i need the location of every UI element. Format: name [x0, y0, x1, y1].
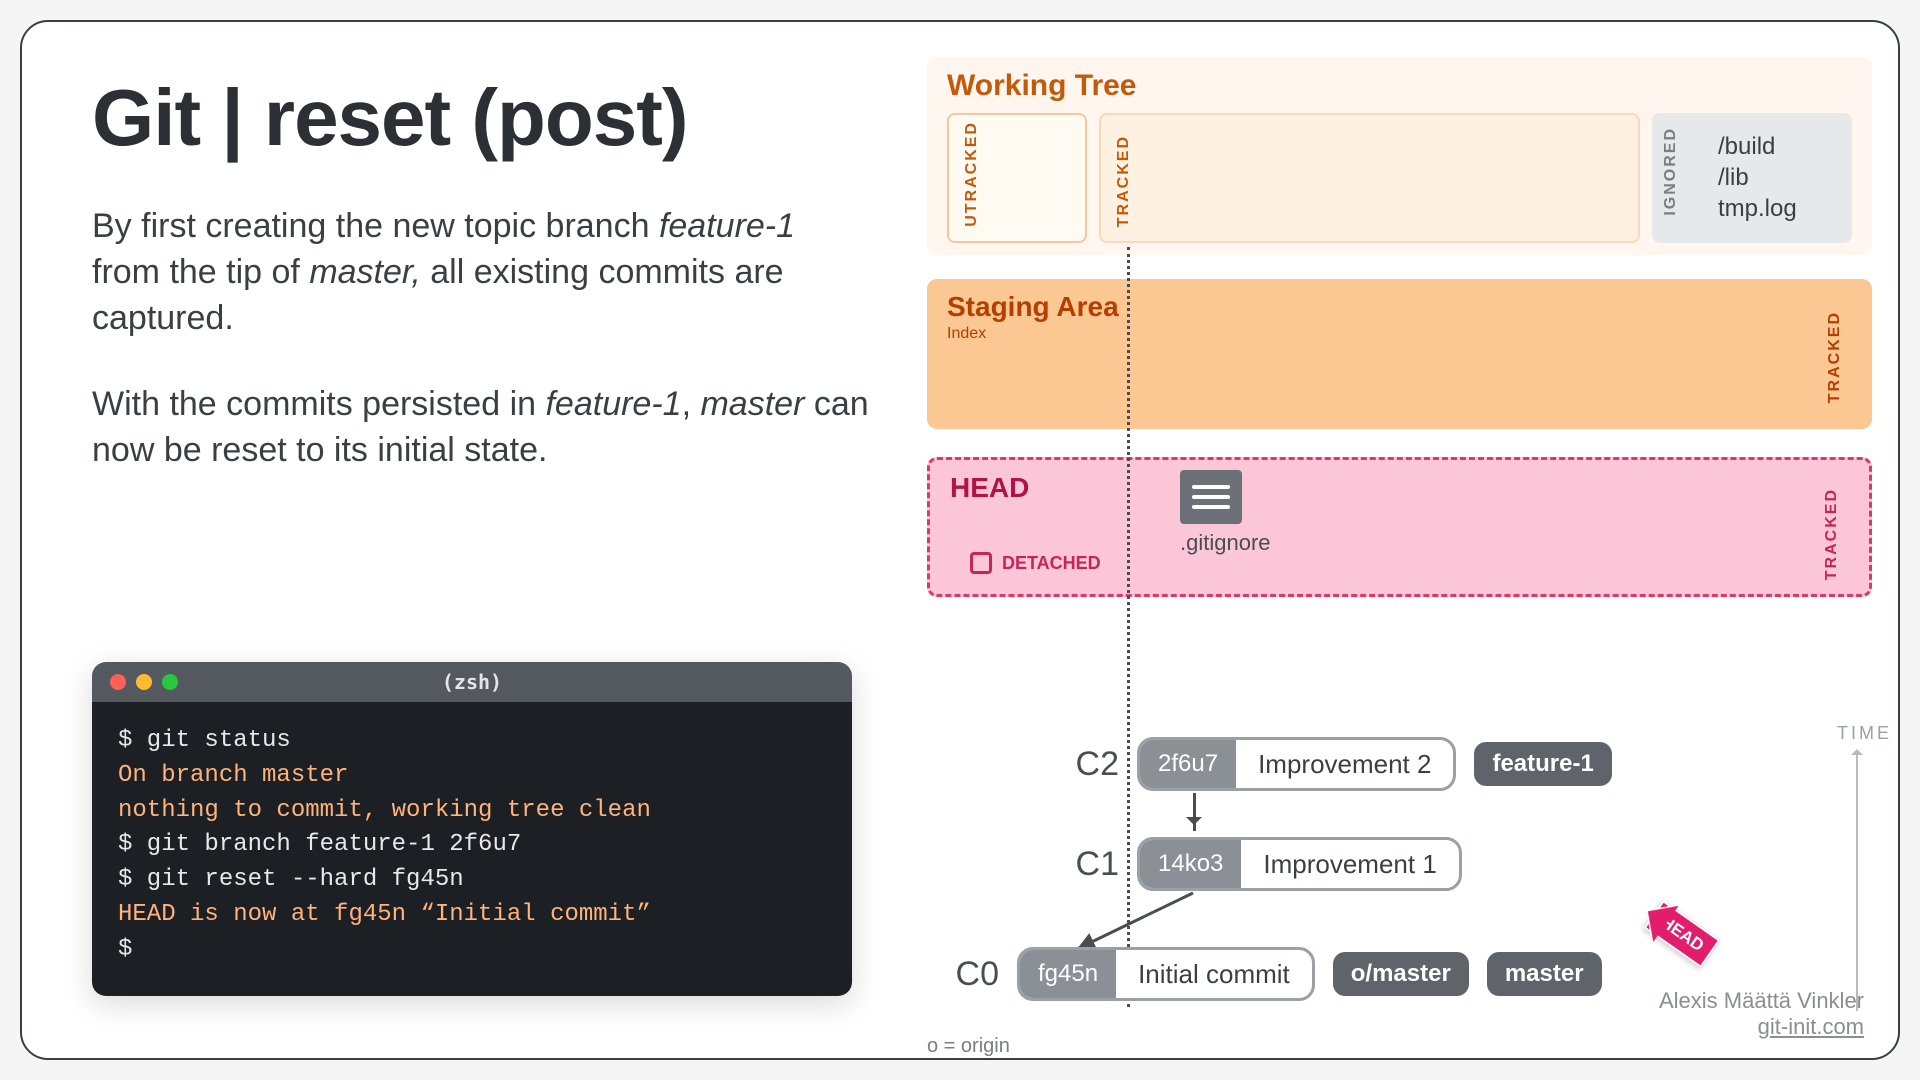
ignored-file: /lib — [1718, 162, 1832, 193]
tracked-label: TRACKED — [1115, 135, 1133, 227]
untracked-box: UTRACKED — [947, 113, 1087, 243]
diagram-column: Working Tree UTRACKED TRACKED IGNORED /b… — [927, 57, 1872, 597]
terminal-line: $ git reset --hard fg45n — [118, 863, 826, 898]
commit-pill: 14ko3 Improvement 1 — [1137, 837, 1462, 891]
ignored-file: /build — [1718, 131, 1832, 162]
author-name: Alexis Määttä Vinkler — [1659, 988, 1864, 1014]
slide: Git | reset (post) By first creating the… — [20, 20, 1900, 1060]
terminal-line: nothing to commit, working tree clean — [118, 794, 826, 829]
branch-tag: master — [1487, 952, 1602, 996]
paragraph-2: With the commits persisted in feature-1,… — [92, 382, 872, 474]
terminal-title-bar: (zsh) — [92, 662, 852, 702]
terminal-line: $ git status — [118, 724, 826, 759]
time-label: TIME — [1837, 723, 1892, 744]
file-icon — [1180, 470, 1242, 524]
page-title: Git | reset (post) — [92, 72, 872, 164]
head-tracked-label: TRACKED — [1823, 488, 1841, 580]
working-tree-panel: Working Tree UTRACKED TRACKED IGNORED /b… — [927, 57, 1872, 255]
staging-tracked-label: TRACKED — [1826, 311, 1844, 403]
terminal-line: HEAD is now at fg45n “Initial commit” — [118, 898, 826, 933]
commit-c2: C2 2f6u7 Improvement 2 feature-1 — [1047, 737, 1612, 791]
origin-legend: o = origin — [927, 1035, 1010, 1058]
staging-subtitle: Index — [947, 325, 1852, 343]
detached-label: DETACHED — [1002, 553, 1101, 574]
working-tree-title: Working Tree — [947, 69, 1852, 103]
commit-id: C1 — [1047, 845, 1119, 884]
terminal-line: $ — [118, 933, 826, 968]
commit-id: C0 — [927, 955, 999, 994]
commit-message: Improvement 1 — [1241, 849, 1458, 880]
paragraph-1: By first creating the new topic branch f… — [92, 204, 872, 342]
author-site: git-init.com — [1659, 1014, 1864, 1040]
commit-message: Improvement 2 — [1236, 749, 1453, 780]
detached-indicator: DETACHED — [970, 552, 1101, 574]
gitignore-file: .gitignore — [1180, 470, 1271, 556]
ignored-file: tmp.log — [1718, 193, 1832, 224]
commit-hash: fg45n — [1020, 950, 1116, 998]
terminal-line: $ git branch feature-1 2f6u7 — [118, 828, 826, 863]
commit-hash: 2f6u7 — [1140, 740, 1236, 788]
ignored-box: IGNORED /build/libtmp.log — [1652, 113, 1852, 243]
terminal-body: $ git statusOn branch masternothing to c… — [92, 702, 852, 996]
time-axis: TIME — [1832, 727, 1872, 1017]
head-pointer-label: HEAD — [1644, 900, 1721, 968]
ignored-files: /build/libtmp.log — [1718, 131, 1832, 225]
commit-pill: fg45n Initial commit — [1017, 947, 1315, 1001]
arrow-c2-c1 — [1193, 793, 1196, 831]
commit-pill: 2f6u7 Improvement 2 — [1137, 737, 1456, 791]
commit-id: C2 — [1047, 745, 1119, 784]
gitignore-label: .gitignore — [1180, 530, 1271, 556]
commit-c0: C0 fg45n Initial commit o/master master — [927, 947, 1602, 1001]
branch-tag: o/master — [1333, 952, 1469, 996]
head-panel: HEAD DETACHED TRACKED .gitignore — [927, 457, 1872, 597]
credit: Alexis Määttä Vinkler git-init.com — [1659, 988, 1864, 1040]
ignored-label: IGNORED — [1662, 127, 1680, 216]
terminal: (zsh) $ git statusOn branch masternothin… — [92, 662, 852, 996]
head-pointer-arrow: HEAD — [1644, 900, 1721, 968]
staging-area-panel: Staging Area Index TRACKED — [927, 279, 1872, 429]
tracked-box: TRACKED — [1099, 113, 1640, 243]
commit-message: Initial commit — [1116, 959, 1312, 990]
left-column: Git | reset (post) By first creating the… — [92, 72, 872, 473]
commit-hash: 14ko3 — [1140, 840, 1241, 888]
branch-tag: feature-1 — [1474, 742, 1611, 786]
untracked-label: UTRACKED — [963, 121, 981, 227]
checkbox-icon — [970, 552, 992, 574]
head-title: HEAD — [950, 472, 1849, 504]
staging-title: Staging Area — [947, 291, 1852, 323]
terminal-shell-name: (zsh) — [92, 670, 852, 694]
commit-c1: C1 14ko3 Improvement 1 — [1047, 837, 1462, 891]
terminal-line: On branch master — [118, 759, 826, 794]
